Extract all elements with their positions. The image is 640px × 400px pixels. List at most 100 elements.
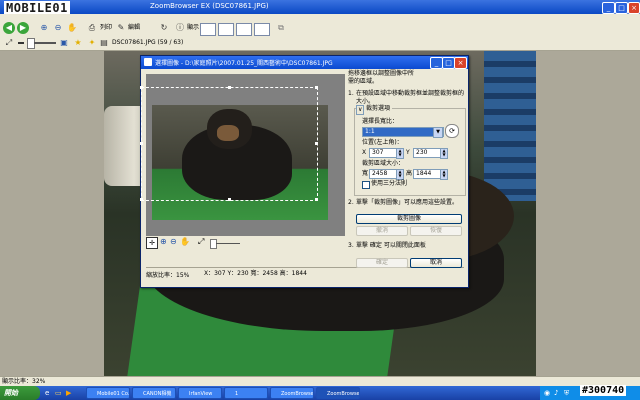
task-mobile01[interactable]: Mobile01 Co... [86,387,130,399]
step1-number: 1. [348,90,354,97]
ok-button[interactable]: 確定 [356,258,408,268]
height-label: 高 [406,170,413,177]
preview-toolbar: ✛ ⊕ ⊖ ✋ ⤢ [146,237,343,249]
undo-button[interactable]: 撤消 [356,226,408,236]
x-label: X [362,149,367,156]
layout-single-icon[interactable] [200,23,216,36]
section-label: 裁剪選項 [364,105,393,113]
info-icon[interactable]: ⓘ [174,22,186,34]
zoom-slider-track[interactable] [34,42,56,44]
view-label[interactable]: 顯示 [187,22,199,34]
step3-text: 單擊 確定 可以關閉此面板 [356,242,426,249]
star-add-icon[interactable]: ✦ [86,37,98,49]
y-label: Y [406,149,410,156]
star-icon[interactable]: ★ [72,37,84,49]
compare-icon[interactable]: ⧉ [275,22,287,34]
x-field[interactable]: 307 [369,148,397,158]
info-panel-icon[interactable]: ▤ [98,37,110,49]
mobile01-logo: MOBILE01 [4,1,70,15]
dialog-fit-icon[interactable]: ⤢ [198,237,204,247]
ratio-select[interactable]: 1:1 [362,127,444,137]
window-title: ZoomBrowser EX (DSC07861.JPG) [150,2,269,10]
crop-handle-r[interactable] [315,142,318,145]
lock-ratio-icon[interactable]: ⟳ [445,124,459,138]
x-spinner[interactable]: ▲ ▼ [396,148,404,159]
task-zoombrowser-1[interactable]: ZoomBrowser... [270,387,314,399]
main-titlebar: MOBILE01 ZoomBrowser EX (DSC07861.JPG) _… [0,0,640,15]
task-canon[interactable]: CANON相機 [132,387,176,399]
rule-of-thirds-checkbox[interactable] [362,181,370,189]
y-spinner[interactable]: ▲ ▼ [440,148,448,159]
redo-button[interactable]: 恢復 [410,226,462,236]
watermark-id: #300740 [580,385,627,396]
position-label: 位置(左上角)： [362,139,403,146]
start-button[interactable]: 開始 [0,386,40,400]
crop-rectangle[interactable] [140,86,318,201]
dialog-zoom-slider-thumb[interactable] [210,239,217,249]
crop-handle-tl[interactable] [140,86,143,89]
dialog-close-button[interactable]: × [454,57,467,69]
dialog-status-coords: X：307 Y：230 寬：2458 高：1844 [204,270,307,277]
fit-icon[interactable]: ⤢ [3,37,15,49]
print-label[interactable]: 列印 [100,22,112,34]
edit-icon[interactable]: ✎ [115,22,127,34]
ratio-dropdown-icon[interactable]: ▼ [433,127,443,138]
crop-options-panel: 拖移邊框以調整圖像中所需的區域。 1. 在預設區域中移動裁剪框並調整裁剪框的大小… [348,70,466,270]
quicklaunch-desktop-icon[interactable]: ▭ [55,389,62,397]
save-icon[interactable]: ▣ [58,37,70,49]
rotate-icon[interactable]: ↻ [158,22,170,34]
width-field[interactable]: 2458 [369,169,397,179]
ratio-label: 選擇長寬比： [362,118,399,125]
layout-grid-icon[interactable] [254,23,270,36]
step2-text: 單擊「裁剪圖像」可以應用這些設置。 [356,199,459,206]
task-zoombrowser-2[interactable]: ZoomBrowser... [316,387,360,399]
step1-text: 在預設區域中移動裁剪框並調整裁剪框的大小。 [356,90,465,105]
edit-label[interactable]: 編輯 [128,22,140,34]
height-spinner[interactable]: ▲ ▼ [440,169,448,180]
print-icon[interactable]: ⎙ [86,22,98,34]
crop-preview[interactable] [140,74,345,236]
toolbar-main: ◀ ▶ ⊕ ⊖ ✋ ⎙ 列印 ✎ 編輯 ↻ ⓘ 顯示 ⧉ [0,20,640,37]
dialog-app-icon [144,58,152,66]
layout-split-icon[interactable] [218,23,234,36]
minimize-button[interactable]: _ [602,2,615,14]
crop-handle-b[interactable] [228,198,231,201]
cancel-button[interactable]: 取消 [410,258,462,268]
dialog-titlebar: 選擇圖像 - D:\家庭照片\2007.01.25_關西藝術中\DSC07861… [141,56,468,69]
quicklaunch-media-icon[interactable]: ▶ [66,389,71,397]
dialog-zoom-slider-track[interactable] [216,243,240,244]
close-button[interactable]: × [628,2,640,14]
back-icon[interactable]: ◀ [3,22,15,34]
task-folder[interactable]: 1 [224,387,268,399]
width-spinner[interactable]: ▲ ▼ [396,169,404,180]
crop-handle-tr[interactable] [315,86,318,89]
height-field[interactable]: 1844 [413,169,441,179]
maximize-button[interactable]: □ [615,2,628,14]
forward-icon[interactable]: ▶ [17,22,29,34]
filename-info: DSC07861.JPG (59 / 63) [112,39,184,46]
hand-icon[interactable]: ✋ [66,22,78,34]
tray-volume-icon[interactable]: ♪ [554,389,558,397]
zoom-in-icon[interactable]: ⊕ [38,22,50,34]
move-icon[interactable]: ✛ [146,237,158,249]
layout-triple-icon[interactable] [236,23,252,36]
crop-handle-br[interactable] [315,198,318,201]
tray-network-icon[interactable]: ◉ [544,389,550,397]
slider-min-icon [18,42,24,44]
crop-handle-bl[interactable] [140,198,143,201]
crop-handle-l[interactable] [140,142,143,145]
dialog-zoom-out-icon[interactable]: ⊖ [170,237,177,246]
dialog-title: 選擇圖像 - D:\家庭照片\2007.01.25_關西藝術中\DSC07861… [155,60,333,67]
task-irfanview[interactable]: IrfanView [178,387,222,399]
crop-handle-t[interactable] [228,86,231,89]
y-field[interactable]: 230 [413,148,441,158]
dialog-zoom-in-icon[interactable]: ⊕ [160,237,167,246]
step2-number: 2. [348,199,354,206]
dialog-hand-icon[interactable]: ✋ [180,237,190,246]
crop-image-button[interactable]: 裁剪圖像 [356,214,462,224]
tray-shield-icon[interactable]: ⛨ [564,389,569,398]
zoom-out-icon[interactable]: ⊖ [52,22,64,34]
width-label: 寬 [362,170,369,177]
dialog-status-zoom: 縮放比率：15% [146,272,190,279]
quicklaunch-ie-icon[interactable]: e [45,389,49,397]
